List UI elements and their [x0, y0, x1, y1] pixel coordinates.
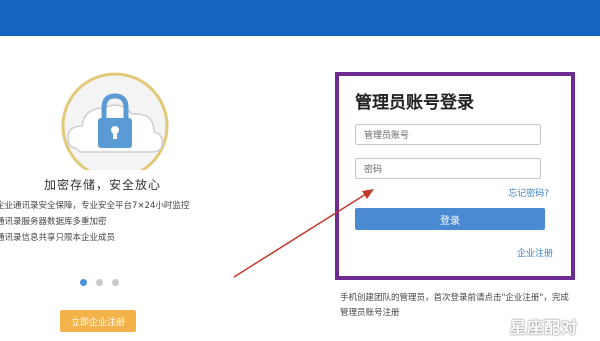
watermark: 星座配对 [510, 318, 579, 337]
annotation-arrow [233, 189, 374, 278]
